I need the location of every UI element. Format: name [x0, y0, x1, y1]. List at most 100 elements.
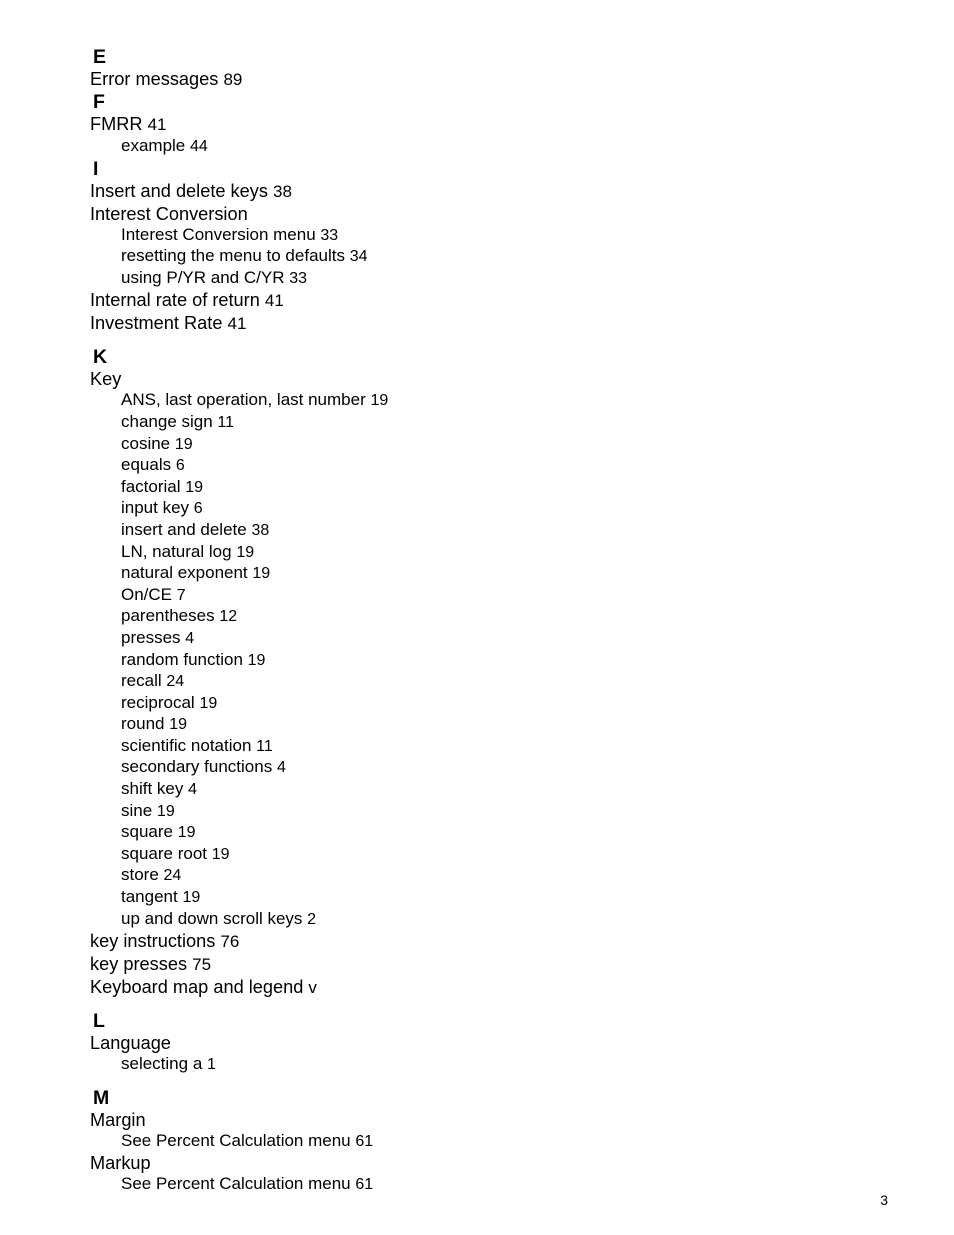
index-subentry-page-ref: 19: [199, 694, 218, 712]
index-subentry[interactable]: resetting the menu to defaults 34: [90, 246, 790, 268]
index-entry-page-ref: 41: [147, 115, 167, 134]
index-subentry[interactable]: change sign 11: [90, 412, 790, 434]
index-subentry[interactable]: equals 6: [90, 455, 790, 477]
index-entry-label: Language: [90, 1033, 171, 1054]
index-subentry[interactable]: scientific notation 11: [90, 736, 790, 758]
index-content: E Error messages 89 F FMRR 41 example 44 I Ins…: [90, 46, 790, 1196]
index-subentry-label: square root: [121, 843, 207, 863]
index-entry-page-ref: 75: [192, 955, 212, 975]
index-subentry[interactable]: LN, natural log 19: [90, 542, 790, 564]
index-letter-heading: M: [93, 1086, 110, 1109]
index-entry-label: Margin: [90, 1109, 146, 1130]
index-subentry-label: square: [121, 822, 173, 842]
index-subentry-page-ref: 19: [177, 824, 196, 842]
index-subentry[interactable]: See Percent Calculation menu 61: [90, 1131, 790, 1153]
index-subentry[interactable]: example 44: [90, 136, 790, 158]
index-subentry-page-ref: 19: [247, 651, 266, 669]
index-entry[interactable]: Key: [90, 368, 790, 390]
index-subentry[interactable]: See Percent Calculation menu 61: [90, 1174, 790, 1196]
index-subentry-label: On/CE: [121, 584, 173, 604]
index-entry[interactable]: Interest Conversion: [90, 203, 790, 225]
index-subentry-page-ref: 1: [207, 1056, 216, 1074]
index-subentry-label: Interest Conversion menu: [121, 224, 316, 244]
index-subentry-page-ref: 24: [163, 867, 182, 885]
index-subentry-label: example: [121, 136, 186, 155]
index-subentry-label: change sign: [121, 411, 213, 431]
index-subentry[interactable]: random function 19: [90, 650, 790, 672]
index-entry[interactable]: Markup: [90, 1152, 790, 1174]
index-subentry[interactable]: cosine 19: [90, 434, 790, 456]
index-subentry-page-ref: 4: [185, 629, 195, 647]
index-entry-label: Keyboard map and legend: [90, 977, 304, 998]
index-subentry[interactable]: secondary functions 4: [90, 757, 790, 779]
index-subentry-page-ref: 19: [252, 565, 271, 583]
index-subentry[interactable]: round 19: [90, 714, 790, 736]
index-letter-group: Margin See Percent Calculation menu 61 Mar…: [90, 1109, 790, 1196]
index-subentry[interactable]: parentheses 12: [90, 606, 790, 628]
index-subentry[interactable]: On/CE 7: [90, 585, 790, 607]
index-subentry-label: ANS, last operation, last number: [121, 390, 366, 410]
index-entry[interactable]: FMRR 41: [90, 113, 790, 136]
index-subentry-label: up and down scroll keys: [121, 908, 303, 928]
index-subentry-label: equals: [121, 455, 172, 475]
index-subentry[interactable]: input key 6: [90, 498, 790, 520]
index-subentry-label: parentheses: [121, 606, 215, 626]
index-subentry[interactable]: tangent 19: [90, 887, 790, 909]
index-subentry-label: tangent: [121, 887, 178, 907]
index-subentry[interactable]: square root 19: [90, 844, 790, 866]
index-subentry[interactable]: natural exponent 19: [90, 563, 790, 585]
index-subentry-page-ref: 4: [276, 759, 286, 777]
index-subentry[interactable]: using P/YR and C/YR 33: [90, 268, 790, 290]
index-subentry-page-ref: 19: [174, 435, 193, 453]
index-entry[interactable]: Error messages 89: [90, 68, 790, 91]
index-entry[interactable]: key presses 75: [90, 953, 790, 976]
index-entry-label: Investment Rate: [90, 313, 223, 334]
index-letter-heading: K: [93, 346, 108, 369]
index-subentry[interactable]: Interest Conversion menu 33: [90, 225, 790, 247]
index-letter-heading: L: [93, 1010, 106, 1033]
index-letter-group: Language selecting a 1: [90, 1032, 790, 1076]
index-subentry[interactable]: selecting a 1: [90, 1054, 790, 1076]
index-entry-label: key instructions: [90, 931, 216, 952]
index-subentry[interactable]: store 24: [90, 865, 790, 887]
index-entry[interactable]: Keyboard map and legend v: [90, 976, 790, 999]
index-subentry-label: sine: [121, 800, 153, 820]
index-entry[interactable]: Language: [90, 1032, 790, 1054]
index-subentry[interactable]: square 19: [90, 822, 790, 844]
index-subentry[interactable]: sine 19: [90, 801, 790, 823]
index-entry[interactable]: Internal rate of return 41: [90, 289, 790, 312]
index-letter-group: Insert and delete keys 38 Interest Conver…: [90, 180, 790, 336]
index-entry[interactable]: Insert and delete keys 38: [90, 180, 790, 203]
index-subentry-label: LN, natural log: [121, 541, 232, 561]
index-subentry[interactable]: reciprocal 19: [90, 693, 790, 715]
index-subentry-page-ref: 19: [236, 543, 255, 561]
index-subentry-label: input key: [121, 498, 190, 518]
index-entry[interactable]: key instructions 76: [90, 930, 790, 953]
index-subentry-label: See Percent Calculation menu: [121, 1174, 351, 1194]
index-subentry-label: resetting the menu to defaults: [121, 246, 345, 266]
index-entry[interactable]: Investment Rate 41: [90, 312, 790, 335]
index-entry[interactable]: Margin: [90, 1109, 790, 1131]
index-letter-group: Key ANS, last operation, last number 19 ch…: [90, 368, 790, 999]
index-subentry[interactable]: ANS, last operation, last number 19: [90, 390, 790, 412]
index-subentry-label: scientific notation: [121, 735, 252, 755]
index-subentry-page-ref: 33: [289, 269, 307, 287]
index-letter-group: Error messages 89: [90, 68, 790, 91]
index-subentry-label: reciprocal: [121, 692, 195, 712]
index-page: E Error messages 89 F FMRR 41 example 44 I Ins…: [0, 0, 954, 1235]
index-letter-heading: E: [93, 46, 107, 68]
index-entry-label: FMRR: [90, 114, 143, 134]
index-subentry[interactable]: shift key 4: [90, 779, 790, 801]
index-subentry[interactable]: up and down scroll keys 2: [90, 909, 790, 931]
index-subentry[interactable]: presses 4: [90, 628, 790, 650]
index-subentry[interactable]: recall 24: [90, 671, 790, 693]
index-subentry-label: using P/YR and C/YR: [121, 267, 285, 287]
index-subentry-page-ref: 12: [219, 608, 238, 626]
index-subentry[interactable]: factorial 19: [90, 477, 790, 499]
index-letter-group: FMRR 41 example 44: [90, 113, 790, 158]
index-entry-label: Interest Conversion: [90, 203, 248, 224]
index-subentry[interactable]: insert and delete 38: [90, 520, 790, 542]
index-subentry-label: shift key: [121, 779, 184, 799]
index-subentry-page-ref: 61: [355, 1176, 374, 1194]
index-subentry-page-ref: 19: [185, 478, 204, 496]
